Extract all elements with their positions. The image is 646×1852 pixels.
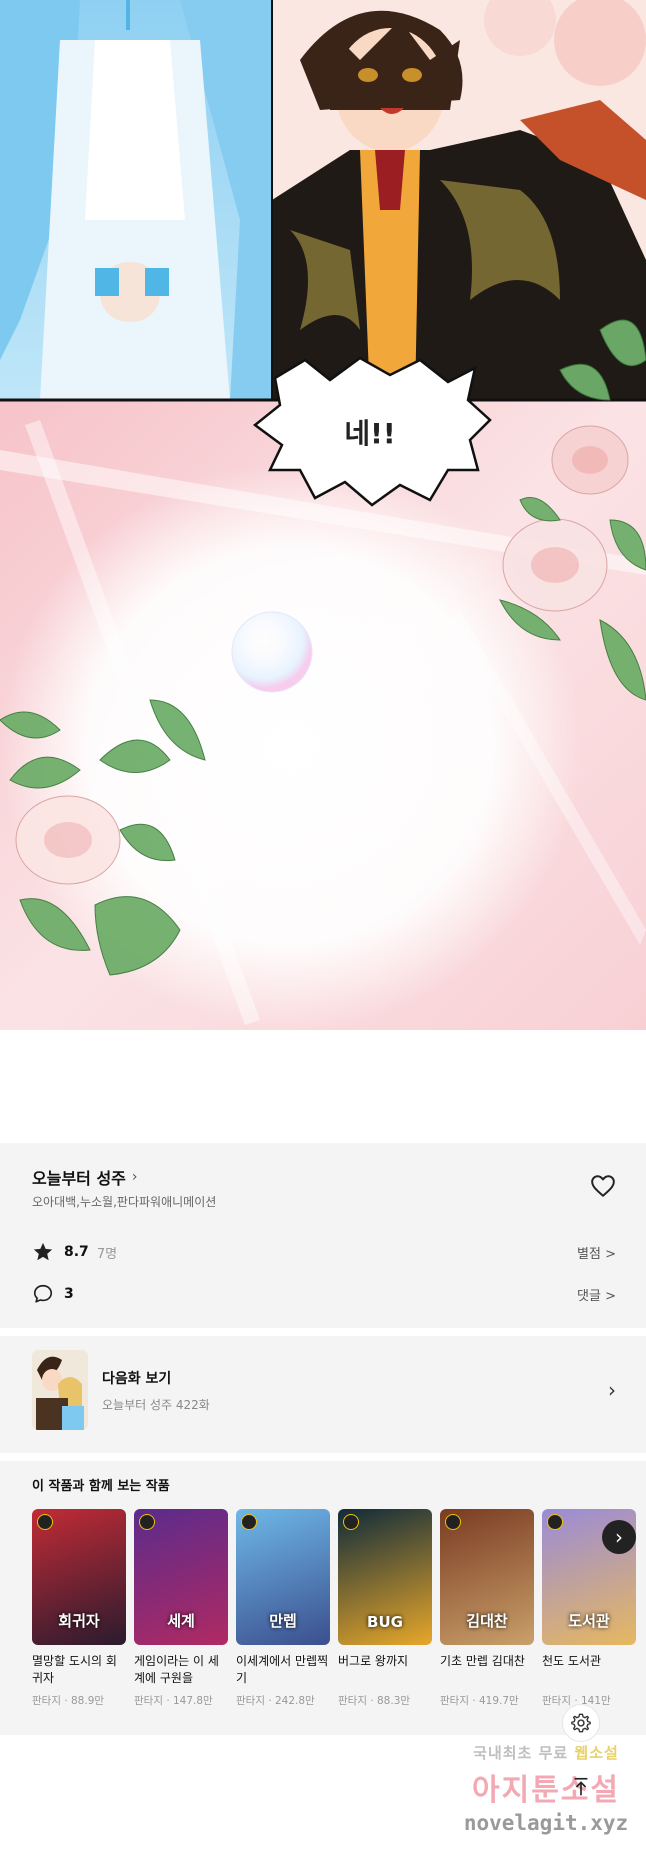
recommend-meta: 판타지 · 419.7만: [440, 1695, 519, 1707]
chevron-right-icon: ›: [615, 1525, 623, 1549]
cover-title-art: 김대찬: [466, 1612, 508, 1630]
recommend-title: 기초 만렙 김대찬: [440, 1654, 525, 1668]
cover-title-art: 회귀자: [58, 1612, 100, 1630]
next-episode-thumbnail: [32, 1350, 88, 1430]
rating-link[interactable]: 별점 >: [577, 1243, 616, 1262]
site-watermark: 국내최초 무료 웹소설 아지툰소설 novelagit.xyz: [446, 1742, 646, 1852]
work-card: 오늘부터 성주 › 오아대백,누소월,판다파워애니메이션 8.7 7명 별점 >…: [0, 1143, 646, 1328]
clock-badge-icon: [445, 1514, 461, 1530]
next-episode-subtitle: 오늘부터 성주 422화: [102, 1397, 210, 1412]
recommend-title: 게임이라는 이 세계에 구원을: [134, 1654, 219, 1685]
recommend-title: 이세계에서 만렙찍기: [236, 1654, 329, 1685]
watermark-url: novelagit.xyz: [463, 1811, 629, 1835]
watermark-tagline-b: 웹소설: [574, 1744, 619, 1762]
cover-title-art: BUG: [367, 1613, 403, 1631]
work-title-link[interactable]: 오늘부터 성주 ›: [32, 1165, 138, 1189]
speech-bubble-icon: [33, 1284, 53, 1303]
work-info-section: 오늘부터 성주 › 오아대백,누소월,판다파워애니메이션 8.7 7명 별점 >…: [0, 1143, 646, 1735]
recommend-meta: 판타지 · 88.9만: [32, 1695, 105, 1707]
clock-badge-icon: [37, 1514, 53, 1530]
cover-title-art: 세계: [167, 1612, 195, 1630]
next-episode-label: 다음화 보기: [102, 1370, 172, 1387]
gear-icon: [571, 1713, 591, 1733]
clock-badge-icon: [241, 1514, 257, 1530]
recommend-item[interactable]: 세계 게임이라는 이 세계에 구원을 판타지 · 147.8만: [134, 1509, 228, 1708]
recommend-cover: 회귀자: [32, 1509, 126, 1645]
recommend-title: 버그로 왕까지: [338, 1654, 409, 1668]
next-episode-button[interactable]: 다음화 보기 오늘부터 성주 422화 ›: [32, 1350, 616, 1430]
recommend-item[interactable]: BUG 버그로 왕까지 판타지 · 88.3만: [338, 1509, 432, 1708]
comments-count: 3: [64, 1286, 74, 1302]
clock-badge-icon: [343, 1514, 359, 1530]
clock-badge-icon: [139, 1514, 155, 1530]
chevron-right-icon: ›: [608, 1378, 616, 1402]
recommend-meta: 판타지 · 88.3만: [338, 1695, 411, 1707]
rating-count: 7명: [96, 1246, 118, 1262]
recommend-heading: 이 작품과 함께 보는 작품: [32, 1479, 170, 1494]
heart-outline-icon[interactable]: [590, 1173, 616, 1199]
work-title: 오늘부터 성주: [32, 1169, 126, 1188]
recommend-meta: 판타지 · 147.8만: [134, 1695, 213, 1707]
rating-row: 8.7 7명 별점 >: [32, 1239, 616, 1265]
recommend-cover: 세계: [134, 1509, 228, 1645]
section-divider: [0, 1328, 646, 1336]
watermark-tagline-a: 국내최초 무료: [473, 1744, 569, 1762]
cover-title-art: 만렙: [269, 1612, 297, 1630]
clock-badge-icon: [547, 1514, 563, 1530]
recommend-title: 멸망할 도시의 회귀자: [32, 1654, 117, 1685]
chevron-right-icon: ›: [131, 1169, 138, 1185]
recommend-item[interactable]: 만렙 이세계에서 만렙찍기 판타지 · 242.8만: [236, 1509, 330, 1708]
speech-text: 네!!: [344, 417, 395, 450]
carousel-next-button[interactable]: ›: [602, 1520, 636, 1554]
star-icon: [33, 1242, 53, 1261]
recommend-list: 회귀자 멸망할 도시의 회귀자 판타지 · 88.9만 세계 게임이라는 이 세…: [32, 1509, 646, 1719]
section-divider: [0, 1453, 646, 1461]
recommend-cover: 만렙: [236, 1509, 330, 1645]
comic-panel: 네!!: [0, 0, 646, 1030]
scroll-to-top-button[interactable]: [562, 1768, 600, 1806]
recommend-cover: 김대찬: [440, 1509, 534, 1645]
arrow-up-to-top-icon: [574, 1777, 588, 1796]
recommend-item[interactable]: 회귀자 멸망할 도시의 회귀자 판타지 · 88.9만: [32, 1509, 126, 1708]
recommend-title: 천도 도서관: [542, 1654, 602, 1668]
work-authors: 오아대백,누소월,판다파워애니메이션: [32, 1195, 217, 1209]
cover-title-art: 도서관: [568, 1612, 610, 1630]
recommend-meta: 판타지 · 242.8만: [236, 1695, 315, 1707]
recommend-cover: BUG: [338, 1509, 432, 1645]
watermark-brand: 아지툰소설: [472, 1773, 620, 1808]
comments-row: 3 댓글 >: [32, 1281, 616, 1307]
comments-link[interactable]: 댓글 >: [577, 1285, 616, 1304]
settings-button[interactable]: [562, 1704, 600, 1742]
rating-value: 8.7: [64, 1244, 89, 1260]
recommend-item[interactable]: 김대찬 기초 만렙 김대찬 판타지 · 419.7만: [440, 1509, 534, 1708]
watermark-tagline: 국내최초 무료 웹소설: [446, 1742, 646, 1763]
comic-artwork: 네!!: [0, 0, 646, 1030]
